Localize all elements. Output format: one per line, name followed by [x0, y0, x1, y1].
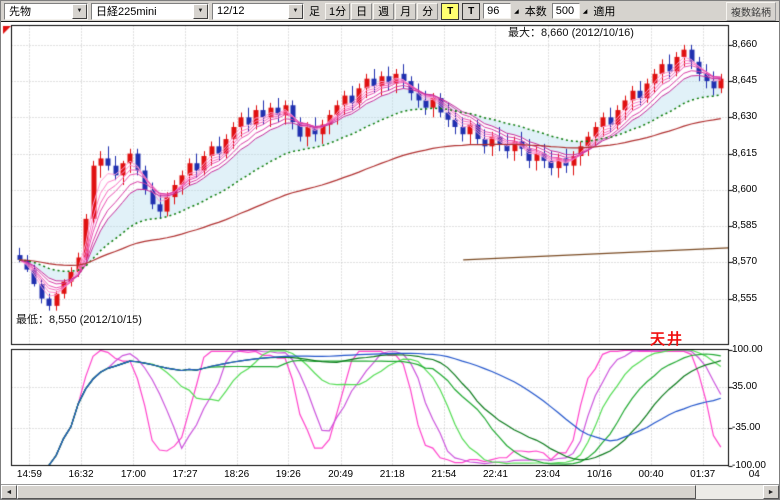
price-axis-label: 8,555 — [732, 293, 757, 304]
ashi-label: 足 — [307, 3, 322, 19]
bars-count-input[interactable]: 96 — [483, 3, 511, 19]
time-axis-label: 00:40 — [639, 469, 664, 480]
time-axis-label: 01:37 — [690, 469, 715, 480]
oscillator-axis-label: 35.00 — [732, 381, 757, 392]
dropdown-arrow-icon[interactable]: ▼ — [288, 4, 303, 19]
period-button-2[interactable]: 週 — [373, 3, 394, 20]
period-button-0[interactable]: 1分 — [325, 3, 350, 20]
period-button-1[interactable]: 日 — [351, 3, 372, 20]
period-button-3[interactable]: 月 — [395, 3, 416, 20]
price-axis-label: 8,645 — [732, 75, 757, 86]
time-axis-label: 21:18 — [380, 469, 405, 480]
price-axis-label: 8,615 — [732, 148, 757, 159]
time-axis-label: 18:26 — [224, 469, 249, 480]
time-axis-label: 10/16 — [587, 469, 612, 480]
time-axis-label: 17:27 — [172, 469, 197, 480]
scrollbar-track[interactable] — [17, 485, 763, 499]
ceiling-signal-label: 天井 — [650, 328, 684, 349]
time-axis-label: 17:00 — [121, 469, 146, 480]
symbol-dropdown-value: 日経225mini — [92, 3, 193, 19]
market-dropdown-value: 先物 — [5, 3, 72, 19]
toolbar: 先物 ▼ 日経225mini ▼ 12/12 ▼ 足 1分日週月分 T T 96… — [1, 1, 779, 22]
oscillator-axis-label: 100.00 — [732, 344, 763, 355]
date-dropdown[interactable]: 12/12 ▼ — [212, 3, 304, 20]
time-axis-label: 04 — [749, 469, 760, 480]
scroll-left-button[interactable]: ◄ — [1, 485, 17, 499]
range-input[interactable]: 500 — [552, 3, 580, 19]
price-axis-label: 8,600 — [732, 184, 757, 195]
spin-icon[interactable]: ◢ — [514, 8, 519, 15]
spin-icon[interactable]: ◢ — [583, 8, 588, 15]
time-axis-label: 16:32 — [69, 469, 94, 480]
price-axis-label: 8,660 — [732, 39, 757, 50]
multi-symbol-button[interactable]: 複数銘柄 — [726, 2, 776, 21]
price-axis-label: 8,585 — [732, 220, 757, 231]
period-button-group: 1分日週月分 — [325, 3, 438, 20]
price-axis-label: 8,570 — [732, 256, 757, 267]
price-axis-label: 8,630 — [732, 111, 757, 122]
scroll-right-button[interactable]: ► — [763, 485, 779, 499]
trading-chart-window: 先物 ▼ 日経225mini ▼ 12/12 ▼ 足 1分日週月分 T T 96… — [0, 0, 780, 500]
max-price-annotation: 最大：8,660 (2012/10/16) — [508, 24, 634, 40]
t-button-2[interactable]: T — [462, 3, 480, 20]
time-axis-label: 23:04 — [535, 469, 560, 480]
time-axis-label: 22:41 — [483, 469, 508, 480]
right-arrow-icon: ► — [768, 489, 775, 496]
apply-button[interactable]: 適用 — [591, 3, 617, 19]
chart-region: 最大：8,660 (2012/10/16) 最低：8,550 (2012/10/… — [1, 22, 779, 484]
oscillator-axis-label: -35.00 — [732, 422, 760, 433]
date-dropdown-value: 12/12 — [213, 5, 288, 17]
left-arrow-icon: ◄ — [6, 489, 13, 496]
symbol-dropdown[interactable]: 日経225mini ▼ — [91, 3, 209, 20]
horizontal-scrollbar: ◄ ► — [1, 484, 779, 499]
dropdown-arrow-icon[interactable]: ▼ — [193, 4, 208, 19]
t-button-1[interactable]: T — [441, 3, 459, 20]
time-axis-label: 19:26 — [276, 469, 301, 480]
time-axis-label: 14:59 — [17, 469, 42, 480]
candlestick-chart-canvas[interactable] — [1, 22, 779, 468]
scrollbar-thumb[interactable] — [17, 485, 696, 499]
time-axis-label: 21:54 — [431, 469, 456, 480]
market-dropdown[interactable]: 先物 ▼ — [4, 3, 88, 20]
period-button-4[interactable]: 分 — [417, 3, 438, 20]
min-price-annotation: 最低：8,550 (2012/10/15) — [16, 311, 142, 327]
time-axis-label: 20:49 — [328, 469, 353, 480]
bars-count-label: 本数 — [523, 3, 549, 19]
dropdown-arrow-icon[interactable]: ▼ — [72, 4, 87, 19]
